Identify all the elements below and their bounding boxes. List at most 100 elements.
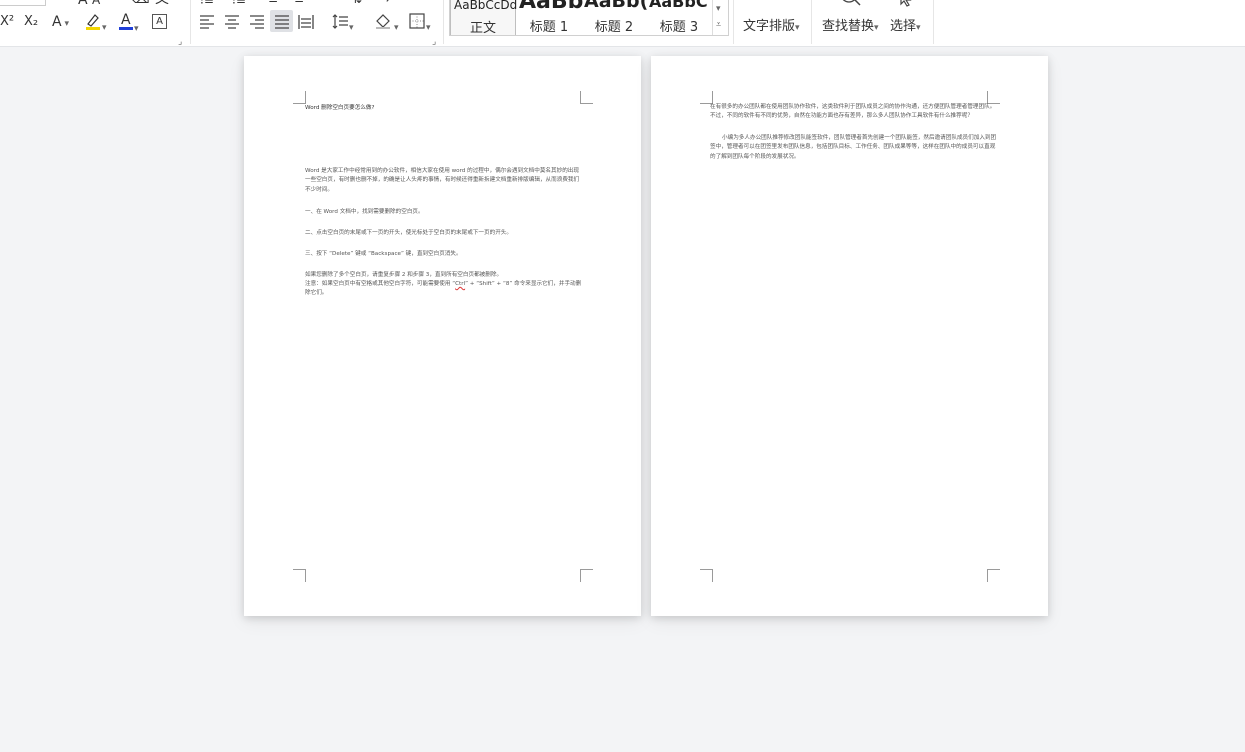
font-dialog-launcher[interactable]: ⌟ — [178, 34, 182, 46]
separator — [190, 0, 191, 44]
align-left-icon — [200, 15, 214, 29]
text-layout-icon — [760, 0, 776, 4]
style-sample: AaBbCcDd — [454, 0, 518, 12]
separator — [733, 0, 734, 44]
separator — [443, 0, 444, 44]
text-effect-button[interactable]: A ▾ — [52, 14, 69, 32]
style-sample: AaBbC — [649, 0, 708, 11]
highlight-button[interactable]: ▾ — [84, 12, 107, 36]
paint-bucket-icon — [376, 14, 390, 29]
chevron-down-icon: ▾ — [61, 19, 69, 29]
select-text: 选择 — [890, 19, 917, 34]
highlighter-icon — [86, 14, 100, 30]
paragraph-1: 在有很多的办公团队都在使用团队协作软件，这类软件利于团队成员之间的协作沟通，还方… — [710, 104, 996, 120]
styles-scroll[interactable]: ▾ ⩡ — [712, 0, 728, 35]
separator — [933, 0, 934, 44]
bullets-icon[interactable]: ⁝≡ — [200, 0, 214, 8]
chevron-down-icon: ▾ — [426, 23, 431, 33]
text-layout-text: 文字排版 — [743, 19, 796, 34]
spelling-error-word[interactable]: Ctrl — [455, 281, 465, 287]
margin-corner-mark — [293, 569, 306, 582]
style-sample: AaBb( — [584, 0, 649, 12]
margin-corner-mark — [987, 569, 1000, 582]
indent-icon[interactable]: ≡ — [294, 0, 304, 7]
numbering-icon[interactable]: ⁝≡ — [232, 0, 246, 8]
find-replace-text: 查找替换 — [822, 19, 875, 34]
subscript-button[interactable]: X₂ — [24, 14, 38, 30]
line-spacing-button[interactable]: ▾ — [331, 12, 354, 36]
style-heading-2[interactable]: AaBb( 标题 2 — [582, 0, 649, 35]
document-title: Word 删除空白页要怎么做? — [305, 105, 375, 111]
align-right-icon — [250, 15, 264, 29]
outdent-icon[interactable]: ≡ — [268, 0, 278, 7]
margin-corner-mark — [580, 569, 593, 582]
char-border-button[interactable]: A — [152, 14, 167, 29]
chevron-down-icon: ▾ — [874, 23, 879, 33]
magnifier-icon — [842, 0, 861, 6]
chevron-down-icon: ▾ — [916, 23, 921, 33]
margin-corner-mark — [700, 569, 713, 582]
phonetic-icon[interactable]: 文 — [155, 0, 169, 7]
svg-text:A: A — [121, 12, 131, 28]
style-label: 标题 1 — [529, 20, 569, 35]
style-heading-3[interactable]: AaBbC 标题 3 — [647, 0, 711, 35]
shading-button[interactable]: ▾ — [374, 12, 399, 36]
step-2-paragraph: 二、点击空白页的末尾或下一页的开头，使光标处于空白页的末尾或下一页的开头。 — [305, 230, 512, 236]
note-text: 注意：如果空白页中有空格或其他空白字符，可能需要使用 “ — [305, 281, 456, 287]
show-marks-icon[interactable]: ↪ — [380, 0, 390, 7]
font-color-icon: A — [119, 12, 133, 30]
justify-button[interactable] — [270, 10, 293, 32]
cursor-arrow-icon — [900, 0, 912, 7]
step-1-paragraph: 一、在 Word 文档中，找到需要删除的空白页。 — [305, 209, 424, 215]
style-label: 标题 3 — [659, 20, 699, 35]
style-normal[interactable]: AaBbCcDd 正文 — [450, 0, 518, 36]
distribute-icon — [298, 15, 314, 29]
line-spacing-icon — [332, 14, 348, 29]
clear-format-icon[interactable]: ⌫ — [130, 0, 150, 7]
borders-button[interactable]: ▾ — [408, 12, 431, 36]
text-effect-icon: A — [52, 14, 62, 30]
repeat-paragraph: 如果您删除了多个空白页，请重复步骤 2 和步骤 3，直到所有空白页都被删除。 — [305, 272, 503, 278]
chevron-down-icon: ▾ — [716, 4, 721, 14]
margin-corner-mark — [580, 91, 593, 104]
shrink-font-icon[interactable]: A — [92, 0, 100, 8]
find-replace-button[interactable] — [838, 0, 862, 13]
font-color-button[interactable]: A ▾ — [118, 11, 139, 37]
style-label: 标题 2 — [594, 20, 634, 35]
align-left-button[interactable] — [198, 12, 216, 35]
distribute-button[interactable] — [297, 12, 315, 35]
chevron-down-icon: ▾ — [102, 23, 107, 33]
justify-icon — [275, 15, 289, 29]
document-page-2[interactable]: 在有很多的办公团队都在使用团队协作软件，这类软件利于团队成员之间的协作沟通，还方… — [651, 56, 1048, 616]
style-heading-1[interactable]: AaBb 标题 1 — [517, 0, 584, 35]
chevron-down-icon: ▾ — [349, 23, 354, 33]
superscript-button[interactable]: X² — [0, 14, 14, 30]
chevron-down-icon: ▾ — [795, 23, 800, 33]
select-button[interactable] — [898, 0, 914, 12]
find-replace-label[interactable]: 查找替换▾ — [822, 15, 879, 34]
margin-corner-mark — [293, 91, 306, 104]
step-3-paragraph: 三、按下 “Delete” 键或 “Backspace” 键，直到空白页消失。 — [305, 251, 462, 257]
document-page-1[interactable]: Word 删除空白页要怎么做? Word 是大家工作中经常用到的办公软件，相信大… — [244, 56, 641, 616]
paragraph-dialog-launcher[interactable]: ⌟ — [432, 34, 436, 46]
style-label: 正文 — [469, 21, 496, 36]
select-label[interactable]: 选择▾ — [890, 15, 921, 34]
note-paragraph: 注意：如果空白页中有空格或其他空白字符，可能需要使用 “Ctrl” + “Shi… — [305, 280, 583, 299]
sort-icon[interactable]: ⇅ — [352, 0, 362, 7]
separator — [811, 0, 812, 44]
paragraph-2: 小编为多人办公团队推荐修改团队能签软件，团队管理者首先创建一个团队能签，然后邀请… — [710, 135, 997, 160]
styles-gallery: AaBbCcDd 正文 AaBb 标题 1 AaBb( 标题 2 AaBbC 标… — [449, 0, 729, 36]
text-layout-button[interactable] — [760, 0, 776, 9]
chevron-down-icon: ▾ — [134, 24, 139, 34]
align-center-icon — [225, 15, 239, 29]
font-size-box[interactable] — [0, 0, 46, 6]
ribbon-toolbar: A A ⌫ 文 X² X₂ A ▾ ▾ A ▾ A ⌟ ⁝≡ ⁝≡ ≡ ≡ ⇅ … — [0, 0, 1245, 47]
grow-font-icon[interactable]: A — [78, 0, 88, 8]
borders-icon — [409, 13, 425, 29]
align-right-button[interactable] — [248, 12, 266, 35]
more-styles-icon: ⩡ — [716, 20, 722, 30]
text-layout-label[interactable]: 文字排版▾ — [743, 15, 800, 34]
align-center-button[interactable] — [223, 12, 241, 35]
chevron-down-icon: ▾ — [394, 23, 399, 33]
style-sample: AaBb — [519, 0, 584, 14]
